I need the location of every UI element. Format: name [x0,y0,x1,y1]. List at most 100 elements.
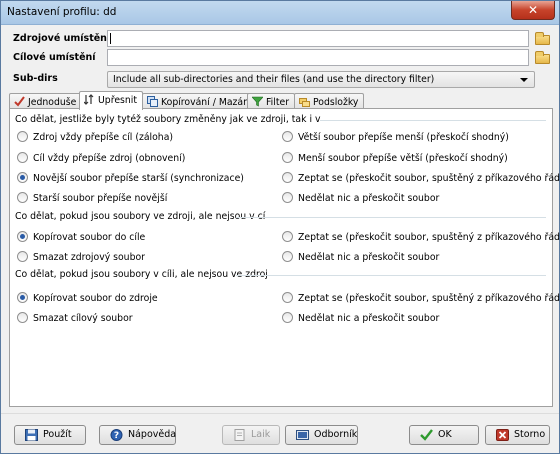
settings-dialog: Nastavení profilu: dd ✕ Zdrojové umístěn… [0,0,560,454]
tab-advanced[interactable]: Upřesnit [79,91,144,110]
radio-skip-changed[interactable]: Nedělat nic a přeskočit soubor [282,192,439,204]
radio-indicator [282,231,293,242]
check-icon [14,96,25,107]
radio-indicator [17,231,28,242]
document-icon [234,429,245,441]
radio-indicator [282,292,293,303]
radio-larger-overwrites-smaller[interactable]: Větší soubor přepíše menší (přeskočí sho… [282,131,509,143]
source-label: Zdrojové umístění [13,33,111,44]
subdirs-select[interactable]: Include all sub-directories and their fi… [107,71,535,88]
radio-ask-target-only[interactable]: Zeptat se (přeskočit soubor, spuštěný z … [282,292,560,304]
save-icon [25,429,38,441]
radio-indicator [17,131,28,142]
radio-indicator [282,312,293,323]
folder-icon [535,32,550,45]
radio-copy-to-source[interactable]: Kopírovat soubor do zdroje [17,292,158,304]
radio-target-overwrites-source[interactable]: Cíl vždy přepíše zdroj (obnovení) [17,152,185,164]
subdirs-label: Sub-dirs [13,73,58,84]
help-icon: ? [110,429,123,441]
source-browse-button[interactable] [533,31,552,48]
cancel-icon [496,429,509,441]
group-divider [320,120,546,121]
radio-copy-to-target[interactable]: Kopírovat soubor do cíle [17,231,145,243]
radio-ask-changed[interactable]: Zeptat se (přeskočit soubor, spuštěný z … [282,172,560,184]
group-divider [236,217,546,218]
tab-label: Podsložky [313,97,359,108]
group-title-only-in-source: Co dělat, pokud jsou soubory ve zdroji, … [15,211,266,222]
tab-label: Jednoduše [28,97,77,108]
advanced-tab-panel: Co dělat, jestliže byly tytéž soubory zm… [9,108,560,407]
target-browse-button[interactable] [533,50,552,67]
chevron-down-icon [520,78,528,82]
tab-label: Upřesnit [98,95,138,106]
apply-button[interactable]: Použít [14,425,86,445]
title-bar[interactable]: Nastavení profilu: dd ✕ [1,1,559,25]
option-label: Cíl vždy přepíše zdroj (obnovení) [33,153,186,164]
folder-icon [535,51,550,64]
close-button[interactable]: ✕ [511,1,555,20]
option-label: Kopírovat soubor do cíle [33,232,146,243]
radio-skip-target-only[interactable]: Nedělat nic a přeskočit soubor [282,312,439,324]
help-button[interactable]: ? Nápověda [99,425,176,445]
like-button[interactable]: Laik [222,425,280,445]
radio-delete-source-file[interactable]: Smazat zdrojový soubor [17,251,145,263]
option-label: Zeptat se (přeskočit soubor, spuštěný z … [298,173,560,184]
radio-indicator [17,251,28,262]
radio-smaller-overwrites-larger[interactable]: Menší soubor přepíše větší (přeskočí sho… [282,152,508,164]
option-label: Zeptat se (přeskočit soubor, spuštěný z … [298,293,560,304]
radio-indicator [17,172,28,183]
radio-source-overwrites-target[interactable]: Zdroj vždy přepíše cíl (záloha) [17,131,173,143]
ok-label: OK [438,429,452,440]
radio-indicator [282,152,293,163]
tab-subfolders[interactable]: Podsložky [294,93,365,109]
group-title-only-in-target: Co dělat, pokud jsou soubory v cíli, ale… [15,269,268,280]
filter-icon [252,96,263,107]
radio-indicator [282,131,293,142]
cancel-button[interactable]: Storno [485,425,550,445]
ok-button[interactable]: OK [409,425,479,445]
option-label: Nedělat nic a přeskočit soubor [298,313,440,324]
copy-icon [147,96,158,107]
group-title-changed-both: Co dělat, jestliže byly tytéž soubory zm… [15,114,321,125]
expert-label: Odborník [314,429,358,440]
source-path-input[interactable] [107,30,529,47]
text-caret [110,33,111,44]
expert-button[interactable]: Odborník [285,425,358,445]
target-label: Cílové umístění [13,52,96,63]
radio-indicator [17,312,28,323]
expert-icon [296,430,309,440]
subdirs-selected-value: Include all sub-directories and their fi… [113,74,435,85]
apply-label: Použít [43,429,72,440]
tab-label: Kopírování / Mazání [161,97,252,108]
tab-copy-delete[interactable]: Kopírování / Mazání [142,93,258,109]
window-title: Nastavení profilu: dd [7,6,117,18]
footer-divider [1,413,559,414]
tab-label: Filter [266,97,290,108]
option-label: Smazat zdrojový soubor [33,252,145,263]
cancel-label: Storno [514,429,546,440]
radio-older-overwrites-newer[interactable]: Starší soubor přepíše novější [17,192,167,204]
radio-ask-source-only[interactable]: Zeptat se (přeskočit soubor, spuštěný z … [282,231,560,243]
radio-indicator [282,172,293,183]
option-label: Nedělat nic a přeskočit soubor [298,193,440,204]
tab-simple[interactable]: Jednoduše [9,93,83,109]
target-path-input[interactable] [107,49,529,66]
radio-indicator [17,292,28,303]
radio-indicator [282,192,293,203]
option-label: Menší soubor přepíše větší (přeskočí sho… [298,153,508,164]
option-label: Zdroj vždy přepíše cíl (záloha) [33,132,174,143]
radio-delete-target-file[interactable]: Smazat cílový soubor [17,312,133,324]
option-label: Kopírovat soubor do zdroje [33,293,158,304]
option-label: Větší soubor přepíše menší (přeskočí sho… [298,132,509,143]
option-label: Smazat cílový soubor [33,313,133,324]
option-label: Zeptat se (přeskočit soubor, spuštěný z … [298,232,560,243]
radio-skip-source-only[interactable]: Nedělat nic a přeskočit soubor [282,251,439,263]
radio-indicator [282,251,293,262]
checkmark-icon [420,429,433,441]
sort-icon [84,94,94,105]
radio-newer-overwrites-older[interactable]: Novější soubor přepíše starší (synchroni… [17,172,244,184]
tab-filter[interactable]: Filter [247,93,296,109]
like-label: Laik [251,429,271,440]
radio-indicator [17,152,28,163]
group-divider [236,275,546,276]
